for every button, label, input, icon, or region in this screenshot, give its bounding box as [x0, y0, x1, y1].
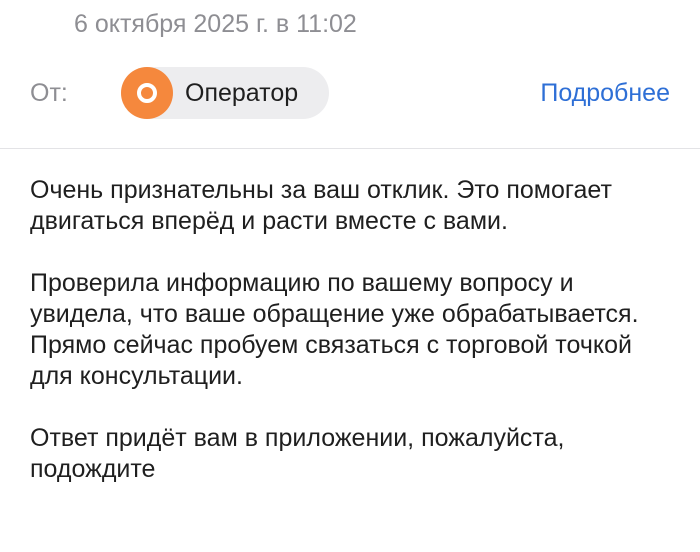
message-paragraph-thanks: Очень признательны за ваш отклик. Это по… — [30, 176, 612, 235]
operator-logo-icon — [121, 67, 173, 119]
from-label: От: — [30, 79, 68, 107]
details-link[interactable]: Подробнее — [540, 76, 670, 110]
message-paragraph-contact: Прямо сейчас пробуем связаться с торгово… — [30, 331, 632, 390]
avatar-ring — [137, 83, 157, 103]
message-body: Очень признательны за ваш отклик. Это по… — [30, 175, 680, 485]
sender-name: Оператор — [185, 79, 299, 107]
message-date: 6 октября 2025 г. в 11:02 — [74, 10, 357, 38]
message-paragraph-wait: Ответ придёт вам в приложении, пожалуйст… — [30, 424, 565, 483]
sender-chip[interactable]: Оператор — [121, 67, 329, 119]
sender-row: От: Оператор Подробнее — [0, 66, 700, 120]
message-paragraph-status: Проверила информацию по вашему вопросу и… — [30, 269, 639, 328]
header-divider — [0, 148, 700, 149]
